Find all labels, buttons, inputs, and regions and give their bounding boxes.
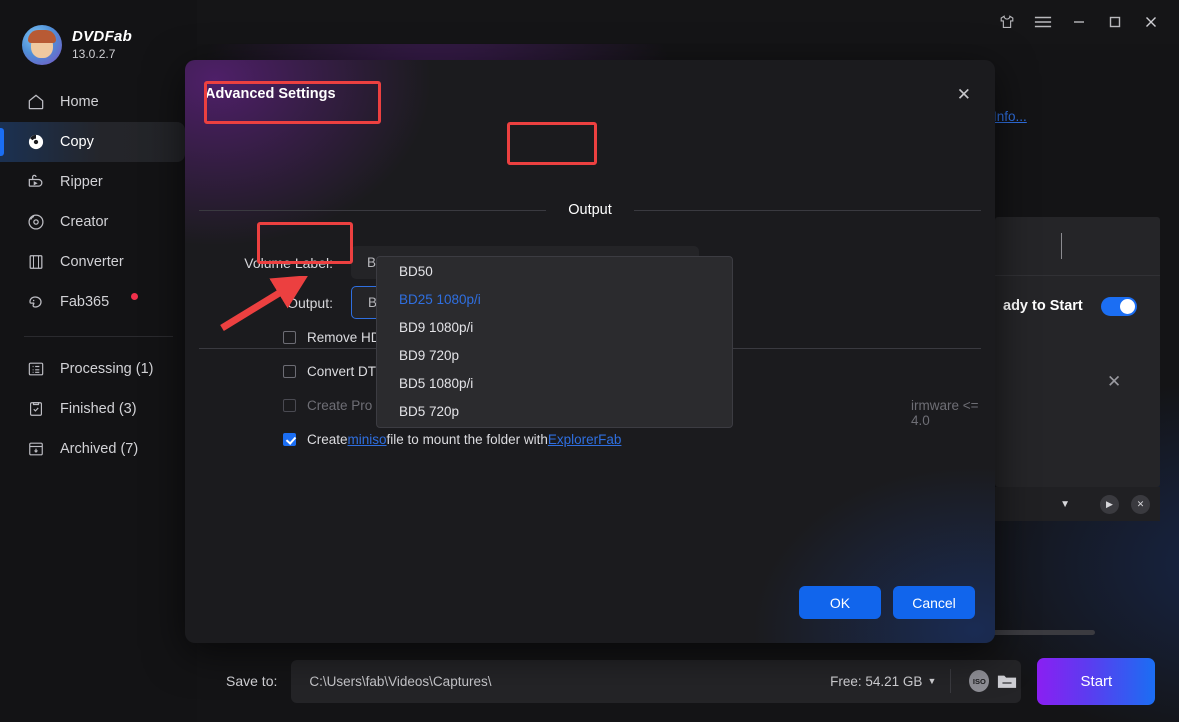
sidebar-item-label: Ripper <box>60 174 103 190</box>
fab365-icon <box>26 292 46 312</box>
checkbox-box <box>283 365 296 378</box>
sidebar-item-converter[interactable]: Converter <box>0 242 185 282</box>
chevron-down-icon[interactable]: ▼ <box>1060 499 1070 510</box>
checkbox-label: Convert DT <box>307 364 376 379</box>
sidebar-tasks: Processing (1) Finished (3) Archived (7) <box>0 349 197 469</box>
folder-output-icon[interactable] <box>993 667 1021 695</box>
ready-to-start-label: ady to Start <box>1003 298 1083 314</box>
horizontal-scrollbar[interactable] <box>987 630 1095 635</box>
task-footer-toolbar: ▼ ▶ ✕ <box>995 487 1160 521</box>
divider <box>950 669 951 693</box>
film-converter-icon <box>26 252 46 272</box>
titlebar <box>197 0 1179 44</box>
cancel-icon[interactable]: ✕ <box>1131 495 1150 514</box>
sidebar: DVDFab 13.0.2.7 Home Copy Ripper Creator <box>0 0 197 722</box>
cancel-button[interactable]: Cancel <box>893 586 975 619</box>
home-icon <box>26 92 46 112</box>
minimize-button[interactable] <box>1061 7 1097 37</box>
save-path-box[interactable]: C:\Users\fab\Videos\Captures\ Free: 54.2… <box>291 660 1021 703</box>
sidebar-item-finished[interactable]: Finished (3) <box>0 389 185 429</box>
sidebar-divider <box>24 336 173 337</box>
dvdfab-logo-icon <box>22 25 62 65</box>
sidebar-item-label: Converter <box>60 254 124 270</box>
sidebar-item-label: Archived (7) <box>60 441 138 457</box>
sidebar-item-creator[interactable]: Creator <box>0 202 185 242</box>
ready-to-start-toggle[interactable] <box>1101 297 1137 316</box>
sidebar-item-fab365[interactable]: Fab365 <box>0 282 185 322</box>
save-path-value: C:\Users\fab\Videos\Captures\ <box>309 674 830 689</box>
checkbox-box <box>283 433 296 446</box>
clipboard-check-icon <box>26 399 46 419</box>
sidebar-item-label: Copy <box>60 134 94 150</box>
dropdown-option[interactable]: BD5 720p <box>377 397 732 425</box>
iso-output-icon[interactable]: ISO <box>965 667 993 695</box>
sidebar-item-archived[interactable]: Archived (7) <box>0 429 185 469</box>
sidebar-nav: Home Copy Ripper Creator Converter Fab36… <box>0 82 197 322</box>
text-cursor <box>1061 233 1062 259</box>
miniso-middle: file to mount the folder with <box>387 432 548 447</box>
info-link[interactable]: Info... <box>993 109 1027 124</box>
dialog-actions: OK Cancel <box>799 586 975 619</box>
close-button[interactable] <box>1133 7 1169 37</box>
brand-name: DVDFab <box>72 28 132 45</box>
explorerfab-link[interactable]: ExplorerFab <box>548 432 622 447</box>
maximize-button[interactable] <box>1097 7 1133 37</box>
divider-left <box>199 210 546 211</box>
dropdown-option-selected[interactable]: BD25 1080p/i <box>377 285 732 313</box>
checkbox-create-miniso[interactable]: Create miniso file to mount the folder w… <box>283 432 621 447</box>
output-dropdown-list[interactable]: BD50 BD25 1080p/i BD9 1080p/i BD9 720p B… <box>376 256 733 428</box>
checkbox-label-tail: irmware <= 4.0 <box>911 398 995 428</box>
divider-right <box>634 210 981 211</box>
ripper-icon <box>26 172 46 192</box>
creator-disc-icon <box>26 212 46 232</box>
output-section-title: Output <box>546 202 634 218</box>
disc-copy-icon <box>26 132 46 152</box>
chevron-down-icon[interactable]: ▼ <box>927 676 936 686</box>
dropdown-option[interactable]: BD9 720p <box>377 341 732 369</box>
free-space-label: Free: 54.21 GB <box>830 674 922 689</box>
miniso-link[interactable]: miniso <box>348 432 387 447</box>
sidebar-item-label: Processing (1) <box>60 361 153 377</box>
archive-box-icon <box>26 439 46 459</box>
dropdown-option[interactable]: BD50 <box>377 257 732 285</box>
checkbox-label: Create Pro <box>307 398 372 413</box>
checkbox-box <box>283 399 296 412</box>
card-divider <box>995 275 1160 276</box>
annotation-arrow <box>214 276 314 336</box>
dialog-title: Advanced Settings <box>205 86 336 102</box>
dropdown-option[interactable]: BD9 1080p/i <box>377 313 732 341</box>
ready-to-start-row: ady to Start <box>995 291 1160 321</box>
dropdown-option[interactable]: BD5 1080p/i <box>377 369 732 397</box>
sidebar-item-label: Fab365 <box>60 294 109 310</box>
fab365-new-badge <box>131 293 138 300</box>
checkbox-label: Remove HD <box>307 330 381 345</box>
sidebar-item-home[interactable]: Home <box>0 82 185 122</box>
app-version: 13.0.2.7 <box>72 48 132 62</box>
sidebar-item-copy[interactable]: Copy <box>0 122 185 162</box>
sidebar-item-label: Home <box>60 94 99 110</box>
processing-list-icon <box>26 359 46 379</box>
sidebar-item-label: Creator <box>60 214 108 230</box>
checkbox-convert-dts[interactable]: Convert DT <box>283 364 376 379</box>
dvdfab-window: DVDFab 13.0.2.7 Home Copy Ripper Creator <box>0 0 1179 722</box>
save-to-label: Save to: <box>226 673 277 689</box>
app-brand: DVDFab 13.0.2.7 <box>0 0 197 72</box>
start-button[interactable]: Start <box>1037 658 1155 705</box>
bottom-bar: Save to: C:\Users\fab\Videos\Captures\ F… <box>197 640 1179 722</box>
miniso-prefix: Create <box>307 432 348 447</box>
output-section-header: Output <box>185 202 995 218</box>
play-icon[interactable]: ▶ <box>1100 495 1119 514</box>
sidebar-item-ripper[interactable]: Ripper <box>0 162 185 202</box>
task-remove-icon[interactable]: ✕ <box>1107 372 1121 392</box>
sidebar-item-label: Finished (3) <box>60 401 137 417</box>
task-card: ady to Start ✕ <box>995 217 1160 487</box>
checkbox-create-protection: Create Pro <box>283 398 372 413</box>
theme-shirt-icon[interactable] <box>989 7 1025 37</box>
menu-icon[interactable] <box>1025 7 1061 37</box>
ok-button[interactable]: OK <box>799 586 881 619</box>
checkbox-create-protection-tail: irmware <= 4.0 <box>911 398 995 428</box>
dialog-close-icon[interactable]: ✕ <box>957 85 971 105</box>
sidebar-item-processing[interactable]: Processing (1) <box>0 349 185 389</box>
volume-label-caption: Volume Label: <box>185 255 333 271</box>
